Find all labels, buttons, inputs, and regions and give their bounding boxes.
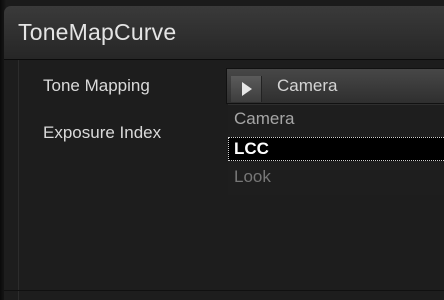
tone-mapping-label: Tone Mapping [43,76,150,95]
panel-divider [18,60,19,300]
play-arrow-icon [242,82,252,96]
dropdown-selected-value: Camera [277,76,338,95]
menu-item-camera[interactable]: Camera [228,107,444,131]
dropdown-toggle-button[interactable] [231,76,262,102]
window-title: ToneMapCurve [18,19,177,45]
panel-bottom-edge [4,290,444,291]
tone-mapping-dropdown[interactable]: Camera [226,68,444,104]
menu-item-look[interactable]: Look [228,165,444,189]
exposure-index-label: Exposure Index [43,123,162,142]
title-bar: ToneMapCurve [4,6,444,60]
menu-item-lcc[interactable]: LCC [228,137,444,161]
tone-mapping-options-menu: Camera LCC Look [228,104,444,195]
